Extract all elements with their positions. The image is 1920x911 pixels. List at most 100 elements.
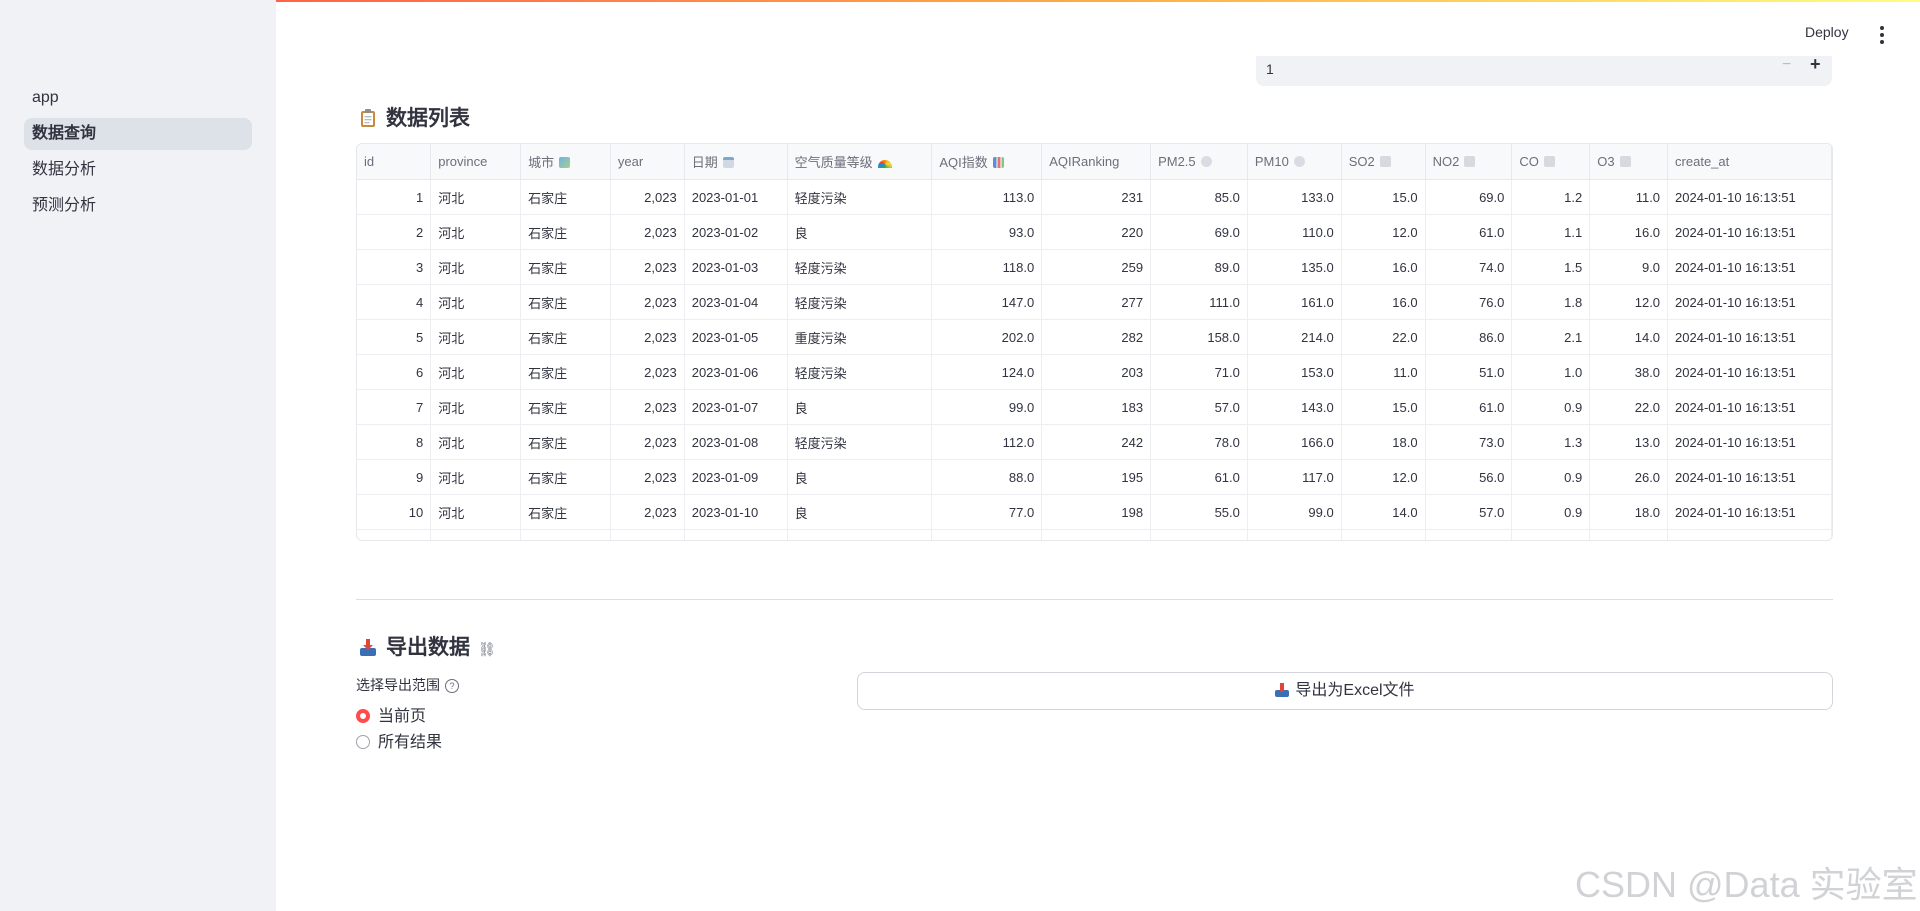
table-cell[interactable]: 16.0 [1341,284,1426,320]
table-cell[interactable]: 2,023 [610,494,685,530]
table-cell[interactable]: 214.0 [1247,319,1342,355]
table-cell[interactable] [1425,529,1513,540]
table-cell[interactable]: 2023-01-07 [684,389,788,425]
table-cell[interactable]: 22.0 [1341,319,1426,355]
table-cell[interactable]: 轻度污染 [787,179,933,215]
table-cell[interactable]: 石家庄 [520,424,611,460]
table-cell[interactable]: 9 [357,459,432,495]
table-cell[interactable]: 38.0 [1589,354,1669,390]
table-cell[interactable]: 135.0 [1247,249,1342,285]
table-cell[interactable]: 71.0 [1150,354,1248,390]
table-row[interactable]: 10 河北 石家庄 2,023 2023-01-10 良 77.0 198 55.0 99.0 14… [357,494,1832,530]
table-cell[interactable] [357,529,432,540]
table-row[interactable]: 9 河北 石家庄 2,023 2023-01-09 良 88.0 195 61.0 117.0 12… [357,459,1832,495]
table-cell[interactable]: 石家庄 [520,319,611,355]
table-cell[interactable]: 18.0 [1341,424,1426,460]
table-row[interactable]: 1 河北 石家庄 2,023 2023-01-01 轻度污染 113.0 231 85.0 133… [357,179,1832,215]
table-cell[interactable]: 2,023 [610,389,685,425]
table-cell[interactable]: 110.0 [1247,214,1342,250]
table-cell[interactable]: 2 [357,214,432,250]
table-cell[interactable]: 轻度污染 [787,249,933,285]
table-cell[interactable]: 231 [1041,179,1152,215]
table-cell[interactable]: 河北 [430,249,522,285]
sidebar-item-forecast-analysis[interactable]: 预测分析 [24,190,252,222]
table-cell[interactable]: 1.1 [1511,214,1591,250]
table-cell[interactable]: 202.0 [931,319,1043,355]
table-cell[interactable]: 61.0 [1425,389,1513,425]
column-header-1[interactable]: province [430,144,522,180]
table-cell[interactable]: 57.0 [1150,389,1248,425]
table-row[interactable]: 河北石家庄 轻度污染 [357,529,1832,540]
table-cell[interactable]: 石家庄 [520,249,611,285]
table-cell[interactable]: 河北 [430,389,522,425]
table-cell[interactable]: 重度污染 [787,319,933,355]
table-cell[interactable]: 0.9 [1511,389,1591,425]
table-cell[interactable]: 石家庄 [520,214,611,250]
table-cell[interactable]: 12.0 [1589,284,1669,320]
table-cell[interactable]: 1 [357,179,432,215]
table-cell[interactable]: 2023-01-01 [684,179,788,215]
table-cell[interactable]: 4 [357,284,432,320]
table-cell[interactable] [931,529,1043,540]
sidebar-item-data-query[interactable]: 数据查询 [24,118,252,150]
increment-button[interactable]: + [1810,54,1821,75]
table-cell[interactable]: 9.0 [1589,249,1669,285]
table-cell[interactable]: 61.0 [1425,214,1513,250]
table-cell[interactable]: 16.0 [1589,214,1669,250]
table-cell[interactable]: 2,023 [610,284,685,320]
table-cell[interactable]: 2024-01-10 16:13:51 [1667,214,1832,250]
table-cell[interactable]: 2024-01-10 16:13:51 [1667,354,1832,390]
table-cell[interactable]: 1.2 [1511,179,1591,215]
table-cell[interactable]: 12.0 [1341,214,1426,250]
table-cell[interactable]: 石家庄 [520,494,611,530]
table-cell[interactable]: 111.0 [1150,284,1248,320]
table-cell[interactable]: 153.0 [1247,354,1342,390]
table-cell[interactable]: 2024-01-10 16:13:51 [1667,284,1832,320]
table-row[interactable]: 5 河北 石家庄 2,023 2023-01-05 重度污染 202.0 282 158.0 21… [357,319,1832,355]
table-cell[interactable]: 55.0 [1150,494,1248,530]
table-cell[interactable]: 石家庄 [520,389,611,425]
table-cell[interactable]: 113.0 [931,179,1043,215]
table-cell[interactable]: 26.0 [1589,459,1669,495]
table-cell[interactable]: 2023-01-06 [684,354,788,390]
table-cell[interactable]: 6 [357,354,432,390]
table-cell[interactable]: 133.0 [1247,179,1342,215]
table-cell[interactable]: 77.0 [931,494,1043,530]
table-cell[interactable]: 11.0 [1589,179,1669,215]
table-cell[interactable] [684,529,788,540]
column-header-10[interactable]: SO2 [1341,144,1426,180]
table-cell[interactable]: 86.0 [1425,319,1513,355]
table-cell[interactable]: 2023-01-02 [684,214,788,250]
table-cell[interactable] [1041,529,1152,540]
table-row[interactable]: 7 河北 石家庄 2,023 2023-01-07 良 99.0 183 57.0 143.0 15… [357,389,1832,425]
table-cell[interactable]: 147.0 [931,284,1043,320]
table-cell[interactable]: 220 [1041,214,1152,250]
table-cell[interactable]: 石家庄 [520,529,611,540]
data-table[interactable]: id province 城市 year 日期 空气质量等级 AQI指数 AQIRanking P… [356,143,1833,541]
radio-current-page[interactable]: 当前页 [356,702,426,726]
column-header-8[interactable]: PM2.5 [1150,144,1248,180]
table-cell[interactable]: 河北 [430,319,522,355]
table-cell[interactable]: 轻度污染 [787,424,933,460]
table-cell[interactable] [1247,529,1342,540]
table-cell[interactable]: 5 [357,319,432,355]
table-cell[interactable]: 124.0 [931,354,1043,390]
table-cell[interactable]: 2,023 [610,179,685,215]
table-cell[interactable]: 89.0 [1150,249,1248,285]
table-cell[interactable]: 河北 [430,459,522,495]
table-cell[interactable]: 1.3 [1511,424,1591,460]
table-cell[interactable]: 99.0 [931,389,1043,425]
table-cell[interactable]: 河北 [430,179,522,215]
table-cell[interactable]: 2024-01-10 16:13:51 [1667,494,1832,530]
table-cell[interactable]: 259 [1041,249,1152,285]
table-cell[interactable]: 85.0 [1150,179,1248,215]
table-cell[interactable]: 16.0 [1341,249,1426,285]
table-cell[interactable]: 61.0 [1150,459,1248,495]
table-cell[interactable]: 2.1 [1511,319,1591,355]
table-cell[interactable]: 良 [787,494,933,530]
table-cell[interactable]: 143.0 [1247,389,1342,425]
table-cell[interactable]: 0.9 [1511,459,1591,495]
table-cell[interactable]: 2023-01-03 [684,249,788,285]
table-cell[interactable]: 3 [357,249,432,285]
table-row[interactable]: 8 河北 石家庄 2,023 2023-01-08 轻度污染 112.0 242 78.0 166… [357,424,1832,460]
